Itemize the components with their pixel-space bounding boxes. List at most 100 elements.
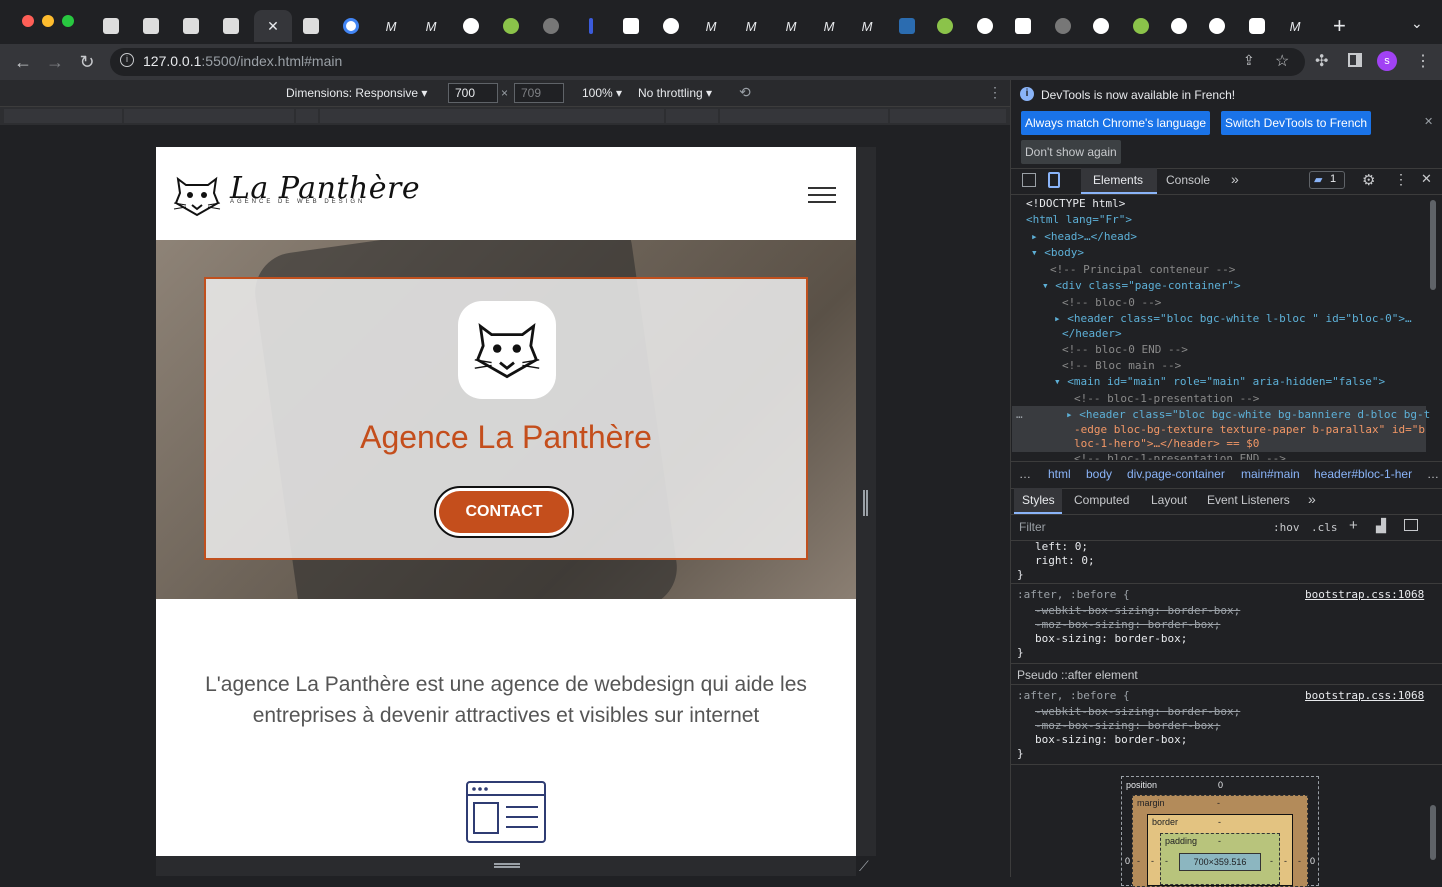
dom-line[interactable]: ▾ <body>: [1031, 246, 1084, 259]
browser-tab[interactable]: M: [810, 10, 848, 42]
media-query-bar[interactable]: [720, 109, 888, 123]
browser-tab[interactable]: M: [848, 10, 886, 42]
extensions-puzzle-icon[interactable]: ✣: [1315, 51, 1328, 71]
contact-button[interactable]: CONTACT: [434, 486, 574, 538]
browser-tab[interactable]: [926, 10, 964, 42]
dom-line[interactable]: ▸ <header class="bloc bgc-white bg-banni…: [1066, 408, 1430, 421]
tab-computed[interactable]: Computed: [1074, 493, 1129, 507]
browser-tab[interactable]: M: [692, 10, 730, 42]
issues-badge[interactable]: ▰ 1: [1309, 171, 1345, 189]
device-options-icon[interactable]: ⋮: [988, 84, 1002, 101]
box-model-margin[interactable]: margin - - - border - - - padding - - - …: [1132, 795, 1308, 887]
sidepanel-icon[interactable]: [1348, 53, 1362, 67]
css-declaration[interactable]: -moz-box-sizing: border-box;: [1035, 719, 1220, 732]
css-source-link[interactable]: bootstrap.css:1068: [1305, 689, 1424, 702]
breadcrumb-item[interactable]: div.page-container: [1127, 467, 1225, 481]
device-toggle-icon[interactable]: [1048, 172, 1060, 188]
box-model-padding[interactable]: padding - - - 700×359.516: [1160, 833, 1280, 885]
inspect-element-icon[interactable]: [1022, 173, 1036, 187]
dom-line[interactable]: ▾ <main id="main" role="main" aria-hidde…: [1054, 375, 1385, 388]
css-declaration[interactable]: box-sizing: border-box;: [1035, 632, 1187, 645]
browser-tab[interactable]: M: [1276, 10, 1314, 42]
browser-tab[interactable]: [612, 10, 650, 42]
throttle-dropdown[interactable]: No throttling ▾: [638, 86, 712, 100]
media-query-bar[interactable]: [124, 109, 294, 123]
settings-gear-icon[interactable]: ⚙: [1362, 171, 1375, 189]
width-input[interactable]: 700: [448, 83, 498, 103]
dom-line[interactable]: -edge bloc-bg-texture texture-paper b-pa…: [1074, 423, 1425, 436]
css-selector[interactable]: :after, :before {: [1017, 588, 1130, 601]
browser-tab[interactable]: [1122, 10, 1160, 42]
box-model-content[interactable]: 700×359.516: [1179, 853, 1261, 871]
css-declaration[interactable]: -webkit-box-sizing: border-box;: [1035, 705, 1240, 718]
browser-tab[interactable]: M: [412, 10, 450, 42]
breadcrumb-item[interactable]: …: [1019, 467, 1031, 481]
tab-console[interactable]: Console: [1166, 173, 1210, 187]
close-window-button[interactable]: [22, 15, 34, 27]
dont-show-again-button[interactable]: Don't show again: [1021, 140, 1121, 164]
zoom-dropdown[interactable]: 100% ▾: [582, 86, 622, 100]
browser-tab[interactable]: [92, 10, 130, 42]
browser-tab[interactable]: [1198, 10, 1236, 42]
dom-line[interactable]: <!-- Bloc main -->: [1062, 359, 1181, 372]
dimensions-dropdown[interactable]: Dimensions: Responsive ▾: [286, 86, 427, 100]
browser-tab[interactable]: [1160, 10, 1198, 42]
always-match-language-button[interactable]: Always match Chrome's language: [1021, 111, 1211, 135]
browser-tab[interactable]: [1238, 10, 1276, 42]
close-devtools-icon[interactable]: ✕: [1421, 171, 1432, 187]
menu-kebab-icon[interactable]: ⋮: [1415, 51, 1431, 71]
hamburger-menu-icon[interactable]: [808, 187, 836, 203]
rotate-icon[interactable]: ⟲: [739, 84, 751, 101]
dom-line[interactable]: <!-- bloc-1-presentation -->: [1074, 392, 1259, 405]
profile-avatar[interactable]: s: [1377, 51, 1397, 71]
breadcrumb-item[interactable]: …: [1427, 467, 1439, 481]
tab-layout[interactable]: Layout: [1151, 493, 1187, 507]
css-declaration[interactable]: right: 0;: [1035, 554, 1095, 567]
cls-toggle[interactable]: .cls: [1311, 521, 1338, 534]
css-declaration[interactable]: left: 0;: [1035, 540, 1088, 553]
tab-event-listeners[interactable]: Event Listeners: [1207, 493, 1290, 507]
browser-tab[interactable]: [212, 10, 250, 42]
browser-tab[interactable]: [966, 10, 1004, 42]
browser-tab[interactable]: M: [372, 10, 410, 42]
resize-corner-icon[interactable]: ⟋: [859, 858, 869, 875]
styles-filter-input[interactable]: Filter: [1019, 520, 1046, 534]
media-query-bar[interactable]: [890, 109, 1006, 123]
dom-line[interactable]: ▸ <header class="bloc bgc-white l-bloc "…: [1054, 312, 1412, 325]
browser-tab[interactable]: [172, 10, 210, 42]
breadcrumb-item[interactable]: main#main: [1241, 467, 1300, 481]
browser-tab[interactable]: [292, 10, 330, 42]
back-arrow-icon[interactable]: ←: [11, 50, 35, 74]
breadcrumb-item[interactable]: header#bloc-1-her: [1314, 467, 1432, 481]
more-tabs-button[interactable]: »: [1231, 171, 1239, 187]
browser-tab[interactable]: [1004, 10, 1042, 42]
css-declaration[interactable]: box-sizing: border-box;: [1035, 733, 1187, 746]
browser-tab-active[interactable]: ✕: [254, 10, 292, 42]
dom-line[interactable]: <!-- bloc-0 -->: [1062, 296, 1161, 309]
browser-tab[interactable]: [332, 10, 370, 42]
browser-tab[interactable]: [1082, 10, 1120, 42]
dom-line[interactable]: </header>: [1062, 327, 1122, 340]
dom-line[interactable]: ▸ <head>…</head>: [1031, 230, 1137, 243]
height-input[interactable]: 709: [514, 83, 564, 103]
browser-tab[interactable]: M: [732, 10, 770, 42]
css-declaration[interactable]: -moz-box-sizing: border-box;: [1035, 618, 1220, 631]
more-style-tabs-button[interactable]: »: [1308, 491, 1316, 507]
share-icon[interactable]: ⇪: [1243, 52, 1255, 69]
browser-tab[interactable]: [572, 10, 610, 42]
dom-line[interactable]: <html lang="Fr">: [1026, 213, 1132, 226]
reload-icon[interactable]: ↻: [75, 50, 99, 74]
browser-tab[interactable]: [492, 10, 530, 42]
box-model-border[interactable]: border - - - padding - - - 700×359.516: [1147, 814, 1293, 886]
browser-tab[interactable]: [532, 10, 570, 42]
css-declaration[interactable]: -webkit-box-sizing: border-box;: [1035, 604, 1240, 617]
info-icon[interactable]: i: [120, 53, 134, 67]
media-query-bar[interactable]: [296, 109, 318, 123]
url-text[interactable]: 127.0.0.1:5500/index.html#main: [143, 53, 342, 69]
media-query-bar[interactable]: [320, 109, 664, 123]
hov-toggle[interactable]: :hov: [1273, 521, 1300, 534]
switch-to-french-button[interactable]: Switch DevTools to French: [1221, 111, 1372, 135]
resize-handle-right[interactable]: [863, 490, 868, 516]
styles-scrollbar[interactable]: [1430, 805, 1436, 860]
resize-grip-bottom-icon[interactable]: [494, 863, 520, 868]
